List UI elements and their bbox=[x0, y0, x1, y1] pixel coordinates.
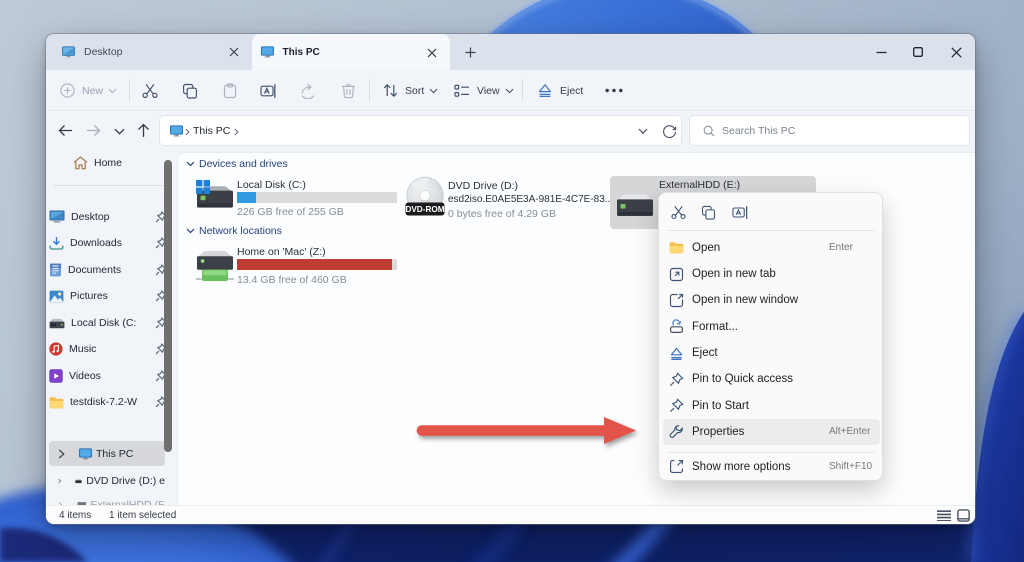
svg-text:DVD-ROM: DVD-ROM bbox=[405, 205, 444, 214]
